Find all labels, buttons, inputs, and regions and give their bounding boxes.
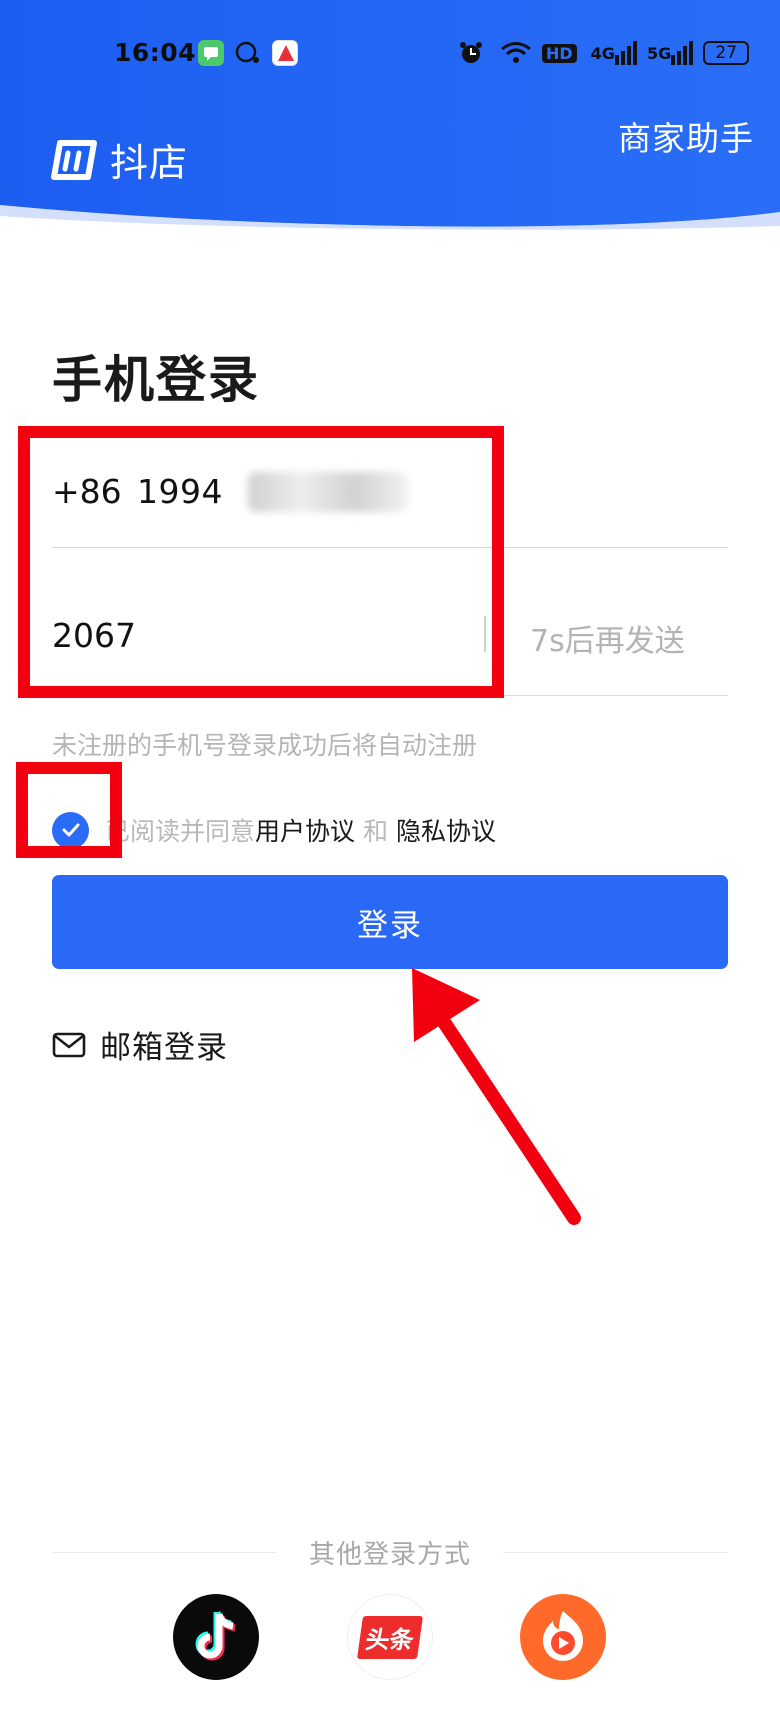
- signal-icon: [671, 41, 694, 65]
- toutiao-icon: 头条: [356, 1615, 424, 1659]
- other-login-title: 其他登录方式: [309, 1539, 472, 1570]
- agreement-and: 和: [363, 817, 389, 846]
- other-login-divider: 其他登录方式: [52, 1532, 729, 1572]
- app-notification-icon: [272, 40, 298, 66]
- page-title: 手机登录: [52, 351, 260, 409]
- toutiao-login-button[interactable]: 头条: [347, 1594, 433, 1680]
- divider-line: [503, 1551, 729, 1553]
- battery-level: 27: [715, 43, 738, 63]
- alarm-icon: [460, 42, 482, 63]
- email-login-label: 邮箱登录: [100, 1030, 228, 1066]
- hd-icon: HD: [542, 43, 577, 63]
- app-logo: 抖店: [48, 132, 188, 187]
- app-header: 16:04 HD 4G 5G 27 抖店 商家助手: [0, 0, 780, 232]
- app-name: 抖店: [110, 141, 189, 185]
- signal-icon: [614, 41, 637, 65]
- user-agreement-link[interactable]: 用户协议: [255, 812, 355, 848]
- annotation-arrow: [412, 968, 581, 1225]
- divider-line: [52, 1551, 277, 1553]
- chat-bubble-icon: [234, 40, 260, 66]
- status-bar: 16:04 HD 4G 5G 27: [0, 34, 780, 74]
- resend-code-button[interactable]: 7s后再发送: [530, 616, 685, 660]
- merchant-assistant-link[interactable]: 商家助手: [618, 112, 754, 160]
- battery-icon: 27: [703, 41, 750, 65]
- douyin-icon: [195, 1611, 236, 1661]
- network-5g-label: 5G: [646, 43, 672, 63]
- auto-register-hint: 未注册的手机号登录成功后将自动注册: [52, 731, 478, 760]
- douyin-login-button[interactable]: [173, 1594, 259, 1680]
- huoshan-icon: [543, 1611, 583, 1661]
- login-button[interactable]: 登录: [52, 875, 728, 969]
- email-login-link[interactable]: 邮箱登录: [52, 1022, 228, 1067]
- status-time: 16:04: [114, 38, 197, 67]
- annotation-highlight-box: [18, 426, 504, 698]
- privacy-policy-link[interactable]: 隐私协议: [396, 812, 496, 848]
- annotation-highlight-box: [16, 762, 122, 858]
- mail-icon: [52, 1032, 86, 1057]
- network-4g-label: 4G: [590, 43, 615, 63]
- doudian-logo-icon: [51, 139, 97, 180]
- agreement-prefix: 已阅读并同意: [105, 817, 256, 846]
- status-icons: HD 4G 5G 27: [458, 38, 750, 68]
- message-notification-icon: [198, 40, 224, 66]
- huoshan-login-button[interactable]: [520, 1594, 606, 1680]
- wifi-icon: [501, 42, 531, 63]
